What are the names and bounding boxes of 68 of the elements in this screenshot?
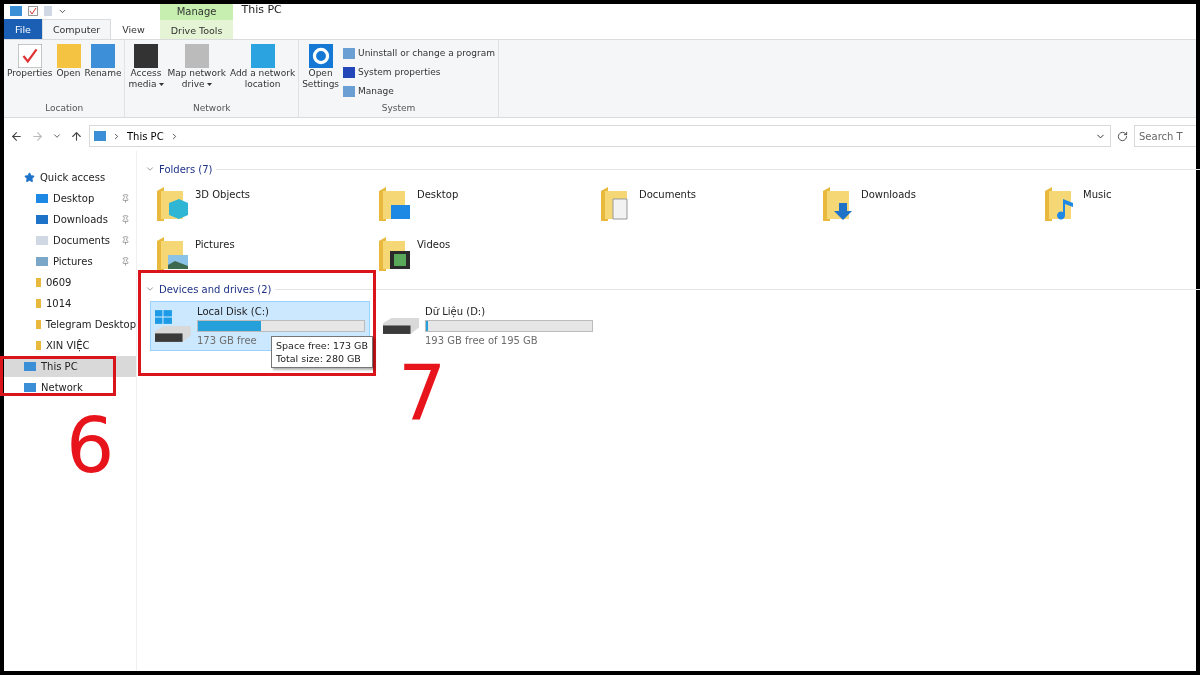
search-field[interactable]: Search T [1134, 125, 1196, 147]
group-label: System [380, 103, 417, 115]
folder-name[interactable]: Downloads [861, 185, 916, 231]
ribbon-button[interactable]: Access media [127, 42, 165, 103]
ribbon-button[interactable]: Uninstall or change a program [342, 44, 496, 62]
folder-name[interactable]: 3D Objects [195, 185, 251, 231]
step-number: 6 [66, 408, 115, 484]
folder-name[interactable]: Documents [639, 185, 697, 231]
ribbon-tab[interactable]: File [4, 19, 42, 39]
nav-item[interactable]: 0609 [4, 272, 136, 293]
cube-folder-icon [155, 185, 189, 223]
windows-drive-icon [155, 310, 191, 342]
ribbon-button[interactable]: Manage [342, 82, 496, 100]
nav-item[interactable]: Telegram Desktop [4, 314, 136, 335]
nav-item[interactable]: Pictures [4, 251, 136, 272]
nav-item[interactable]: Quick access [4, 167, 136, 188]
ribbon-button[interactable]: System properties [342, 63, 496, 81]
folder-name[interactable]: Music [1083, 185, 1112, 231]
context-group-label: Manage [159, 4, 234, 20]
ribbon-button[interactable]: Add a network location [228, 42, 297, 103]
nav-item[interactable]: 1014 [4, 293, 136, 314]
tooltip-text: Space free: 173 GB [276, 339, 368, 352]
monitor-folder-icon [377, 185, 411, 223]
section-header[interactable]: Folders (7) [159, 163, 213, 175]
checkbox-icon[interactable] [28, 6, 38, 16]
window-title: This PC [240, 4, 282, 18]
ribbon-button[interactable]: Open Settings [301, 42, 341, 103]
up-arrow-icon [70, 129, 83, 143]
forward-arrow-icon [31, 129, 44, 143]
nav-item[interactable]: Network [4, 377, 136, 398]
landscape-folder-icon [155, 235, 189, 273]
nav-item[interactable]: Downloads [4, 209, 136, 230]
nav-item[interactable]: XIN VIỆC [4, 335, 136, 356]
folder-name[interactable]: Pictures [195, 235, 235, 281]
group-label: Network [192, 103, 232, 115]
folder-name[interactable]: Videos [417, 235, 451, 281]
free-space-text: 173 GB free [197, 335, 257, 346]
collapse-icon[interactable] [145, 164, 155, 174]
ribbon-button[interactable]: Map network drive [166, 42, 227, 103]
document-check-icon [17, 44, 42, 68]
free-space-text: 193 GB free of 195 GB [425, 335, 538, 346]
back-arrow-icon [10, 129, 23, 143]
ribbon-button[interactable]: Properties [6, 42, 54, 103]
drive-name: Local Disk (C:) [197, 306, 270, 317]
drive-name: Dữ Liệu (D:) [425, 306, 487, 317]
collapse-icon[interactable] [145, 284, 155, 294]
breadcrumb[interactable]: This PC [127, 130, 164, 142]
nav-item[interactable]: Documents [4, 230, 136, 251]
drive-icon [383, 318, 419, 334]
drive-tile[interactable]: Dữ Liệu (D:) 193 GB free of 195 GB [378, 301, 598, 351]
address-bar[interactable]: This PC [89, 125, 1111, 147]
section-header[interactable]: Devices and drives (2) [159, 283, 272, 295]
film-folder-icon [377, 235, 411, 273]
ribbon-button[interactable]: Open [55, 42, 82, 103]
refresh-icon [1117, 130, 1128, 142]
nav-item[interactable]: Desktop [4, 188, 136, 209]
chevron-icon [112, 131, 121, 141]
ribbon-tab[interactable]: Drive Tools [159, 20, 234, 39]
group-label: Location [44, 103, 85, 115]
ribbon-button[interactable]: Rename [83, 42, 123, 103]
ribbon-tab[interactable]: Computer [41, 19, 112, 39]
step-number: 7 [398, 356, 447, 432]
star-icon [24, 172, 35, 183]
chevron-down-icon [52, 131, 62, 141]
folder-name[interactable]: Desktop [417, 185, 459, 231]
down-arrow-folder-icon [821, 185, 855, 223]
ribbon-tab[interactable]: View [111, 19, 156, 39]
tooltip-text: Total size: 280 GB [276, 352, 362, 365]
